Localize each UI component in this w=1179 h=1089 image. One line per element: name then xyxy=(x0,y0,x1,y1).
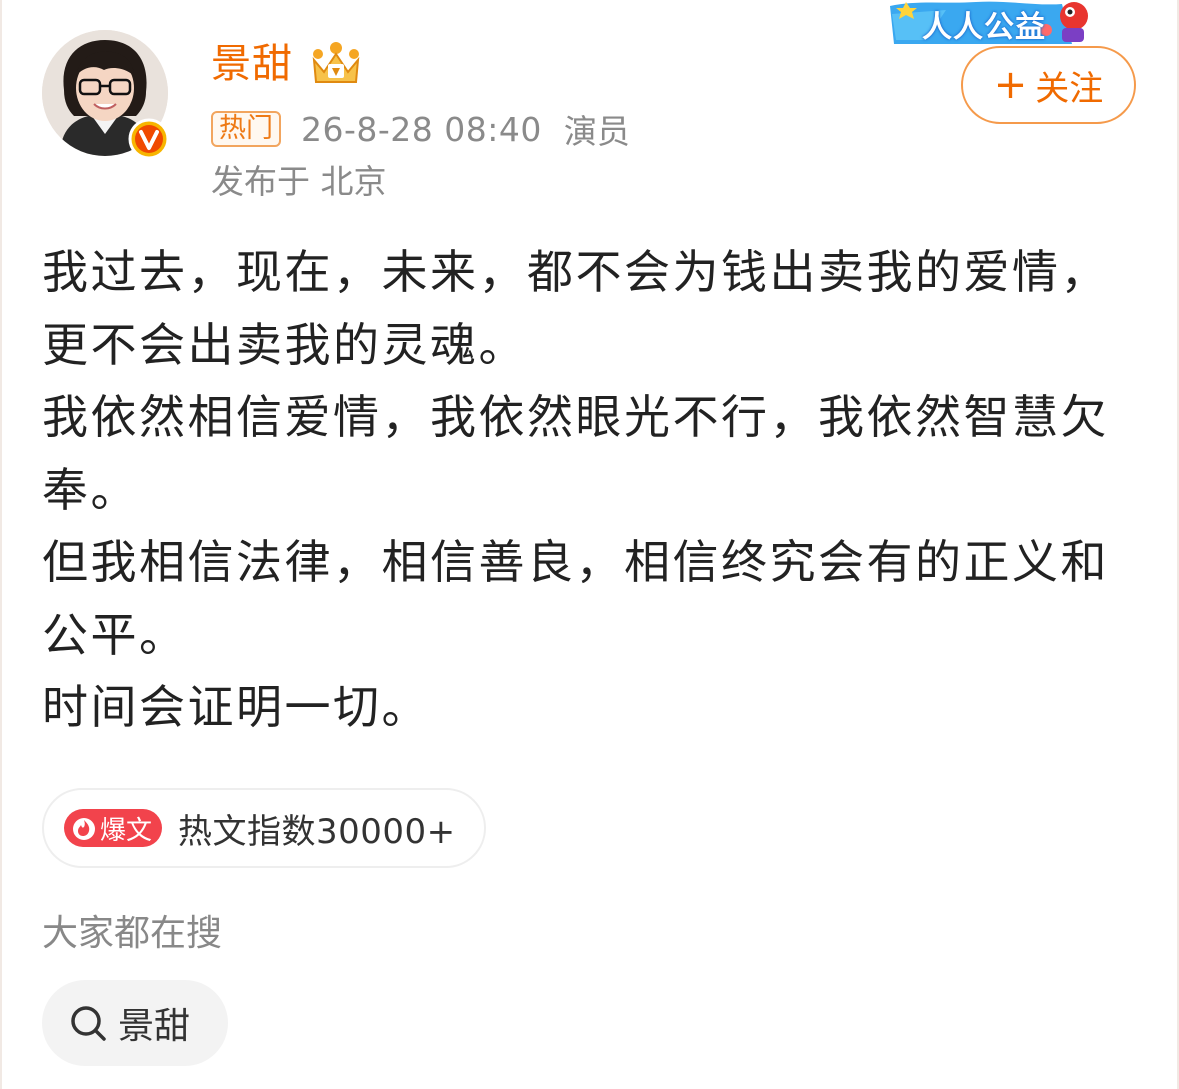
post-meta: 热门 26-8-28 08:40 演员 xyxy=(211,108,630,151)
post-timestamp: 26-8-28 08:40 xyxy=(301,109,542,149)
flame-icon xyxy=(73,818,95,840)
user-role: 演员 xyxy=(563,112,630,151)
post-content: 我过去，现在，未来，都不会为钱出卖我的爱情，更不会出卖我的灵魂。 我依然相信爱情… xyxy=(42,236,1122,744)
search-suggestion-chip[interactable]: 景甜 xyxy=(42,980,228,1066)
post-paragraph: 但我相信法律，相信善良，相信终究会有的正义和公平。 xyxy=(42,535,1109,662)
hot-index-text: 热文指数30000+ xyxy=(178,811,456,852)
baowen-tag: 爆文 xyxy=(64,809,163,847)
post-paragraph: 我过去，现在，未来，都不会为钱出卖我的爱情，更不会出卖我的灵魂。 xyxy=(42,245,1109,372)
crown-icon xyxy=(312,42,360,83)
follow-button[interactable]: + 关注 xyxy=(961,46,1136,124)
follow-label: 关注 xyxy=(1035,68,1104,109)
username[interactable]: 景甜 xyxy=(211,38,293,90)
hot-tag: 热门 xyxy=(211,111,281,147)
verified-v-icon xyxy=(128,118,170,160)
search-section-title: 大家都在搜 xyxy=(42,913,223,954)
search-chip-label: 景甜 xyxy=(118,1006,191,1047)
hot-article-pill[interactable]: 爆文 热文指数30000+ xyxy=(42,788,486,868)
search-icon xyxy=(71,1006,106,1041)
plus-icon: + xyxy=(993,62,1028,108)
post-location: 发布于 北京 xyxy=(211,162,387,201)
baowen-label: 爆文 xyxy=(100,815,153,846)
post-paragraph: 时间会证明一切。 xyxy=(42,680,430,734)
post-paragraph: 我依然相信爱情，我依然眼光不行，我依然智慧欠奉。 xyxy=(42,390,1109,517)
charity-badge-label: 人人公益 xyxy=(922,10,1046,45)
